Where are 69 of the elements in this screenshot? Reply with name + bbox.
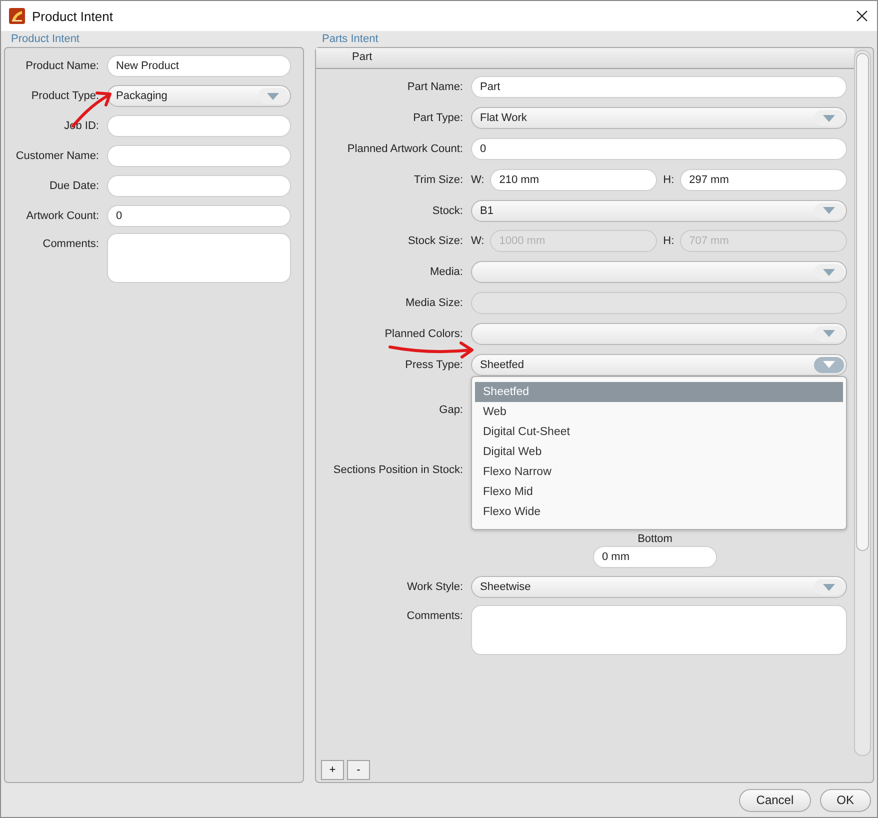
height-field[interactable]: 297 mm bbox=[680, 168, 847, 191]
dropdown[interactable] bbox=[471, 322, 847, 345]
dropdown-arrow-icon[interactable] bbox=[814, 110, 844, 126]
dropdown-option[interactable]: Web bbox=[475, 402, 843, 422]
section-heading: Parts Intent bbox=[321, 32, 380, 47]
field-label: Part Type: bbox=[412, 112, 464, 124]
dropdown-option[interactable]: Flexo Narrow bbox=[475, 462, 843, 482]
dialog-button[interactable]: Cancel bbox=[739, 788, 811, 812]
scrollbar-thumb[interactable] bbox=[856, 53, 869, 551]
dropdown[interactable] bbox=[471, 261, 847, 284]
field-label: Stock: bbox=[431, 204, 464, 217]
dropdown-option[interactable]: Flexo Mid bbox=[475, 482, 843, 502]
section-heading: Product Intent bbox=[10, 32, 80, 47]
field-label: Planned Artwork Count: bbox=[346, 142, 464, 155]
field-label: Comments: bbox=[42, 237, 100, 250]
dropdown[interactable]: Packaging bbox=[107, 85, 291, 107]
square-button[interactable]: + bbox=[321, 760, 344, 780]
field-label: Gap: bbox=[438, 404, 464, 416]
field-label: Comments: bbox=[406, 608, 464, 622]
field-caption: Bottom bbox=[638, 532, 672, 545]
text-field[interactable] bbox=[107, 145, 291, 167]
comments-field[interactable] bbox=[471, 604, 847, 655]
dropdown-arrow-icon[interactable] bbox=[814, 264, 844, 280]
field-label: Planned Colors: bbox=[384, 328, 464, 340]
height-label: H: bbox=[663, 235, 674, 248]
comments-field[interactable] bbox=[107, 233, 291, 283]
field-label: Product Type: bbox=[30, 90, 100, 102]
field-label: Stock Size: bbox=[406, 235, 464, 248]
square-button[interactable]: - bbox=[347, 760, 370, 780]
dropdown[interactable]: Sheetfed bbox=[471, 354, 847, 376]
text-field[interactable]: New Product bbox=[107, 55, 291, 77]
dropdown-option[interactable]: Digital Cut-Sheet bbox=[475, 422, 843, 442]
text-field[interactable] bbox=[107, 115, 291, 137]
window-title: Product Intent bbox=[32, 8, 113, 24]
dropdown[interactable]: B1 bbox=[471, 200, 847, 222]
field-label: Sections Position in Stock: bbox=[332, 464, 464, 476]
field-label: Press Type: bbox=[404, 358, 464, 371]
field-label: Part Name: bbox=[406, 81, 464, 94]
text-field[interactable] bbox=[107, 175, 291, 197]
text-field[interactable]: 0 mm bbox=[593, 546, 717, 568]
field-label: Artwork Count: bbox=[25, 210, 100, 222]
field-label: Due Date: bbox=[48, 180, 100, 192]
text-field[interactable]: 0 bbox=[471, 138, 847, 160]
height-label: H: bbox=[663, 174, 674, 186]
app-logo-icon bbox=[9, 8, 25, 24]
dialog-button[interactable]: OK bbox=[820, 788, 871, 812]
text-field[interactable]: 0 bbox=[107, 205, 291, 227]
dropdown-arrow-icon[interactable] bbox=[814, 326, 844, 342]
field-label: Media Size: bbox=[404, 296, 464, 309]
tab[interactable]: Part bbox=[316, 48, 372, 68]
width-field[interactable]: 210 mm bbox=[490, 168, 658, 191]
dropdown-arrow-icon[interactable] bbox=[258, 88, 288, 104]
dropdown-arrow-icon[interactable] bbox=[814, 356, 844, 373]
field-label: Work Style: bbox=[406, 581, 464, 594]
dropdown[interactable]: Sheetwise bbox=[471, 576, 847, 598]
dropdown-arrow-icon[interactable] bbox=[814, 579, 844, 596]
dropdown-arrow-icon[interactable] bbox=[814, 202, 844, 219]
dropdown[interactable]: Flat Work bbox=[471, 107, 847, 130]
field-label: Trim Size: bbox=[412, 174, 464, 186]
text-field[interactable]: Part bbox=[471, 76, 847, 98]
width-label: W: bbox=[471, 235, 484, 248]
width-label: W: bbox=[471, 174, 484, 186]
scrollbar[interactable] bbox=[854, 50, 871, 756]
field-label: Media: bbox=[428, 266, 464, 278]
dropdown-option[interactable]: Flexo Wide bbox=[475, 502, 843, 522]
field-label: Product Name: bbox=[24, 60, 100, 72]
close-icon[interactable] bbox=[856, 10, 868, 22]
dropdown-option[interactable]: Digital Web bbox=[475, 442, 843, 462]
field-label: Customer Name: bbox=[14, 150, 100, 162]
